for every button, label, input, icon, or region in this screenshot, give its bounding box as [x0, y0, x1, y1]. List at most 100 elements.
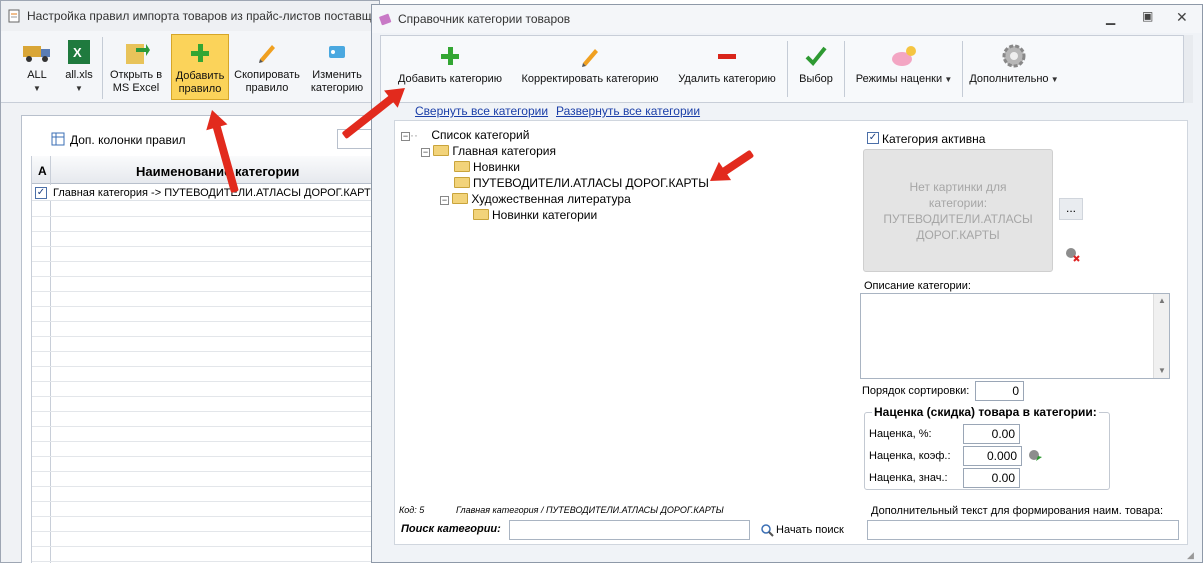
markup-modes-button[interactable]: Режимы наценки ▼	[848, 41, 960, 86]
grid-col-name[interactable]: Наименование категории	[136, 164, 299, 179]
pencil-icon	[574, 41, 606, 71]
table-icon	[51, 132, 65, 146]
add-rule-button[interactable]: Добавить правило	[171, 34, 229, 100]
grid-empty-row	[32, 217, 382, 232]
category-image[interactable]: Нет картинки для категории: ПУТЕВОДИТЕЛИ…	[863, 149, 1053, 272]
tree-new[interactable]: Новинки	[454, 160, 520, 174]
markup-dropdown-icon: ▼	[942, 75, 953, 84]
resize-grip-icon[interactable]: ◢	[1187, 550, 1194, 561]
grid-empty-row	[32, 247, 382, 262]
category-directory-window: Справочник категории товаров ▁ ▣ ✕ Добав…	[371, 4, 1203, 563]
allxls-dropdown-icon: ▼	[75, 84, 83, 93]
delete-category-button[interactable]: Удалить категорию	[672, 41, 782, 86]
minus-icon	[711, 41, 743, 71]
minimize-icon[interactable]: ▁	[1106, 11, 1115, 25]
extra-dropdown-icon: ▼	[1048, 75, 1059, 84]
toolbar-separator	[962, 41, 963, 97]
grid-col-a[interactable]: А	[38, 164, 47, 178]
tree-new-category[interactable]: Новинки категории	[473, 208, 597, 222]
grid-empty-row	[32, 427, 382, 442]
description-scrollbar[interactable]: ▲ ▼	[1153, 294, 1169, 378]
import-rules-title: Настройка правил импорта товаров из прай…	[27, 9, 372, 23]
add-category-button[interactable]: Добавить категорию	[392, 41, 508, 86]
description-textarea[interactable]	[860, 293, 1170, 379]
expand-all-link[interactable]: Развернуть все категории	[556, 104, 700, 118]
active-checkbox[interactable]: ✓	[867, 132, 879, 144]
open-excel-button[interactable]: Открыть в MS Excel	[105, 37, 167, 95]
all-button[interactable]: ALL ▼	[15, 37, 59, 95]
collapse-all-link[interactable]: Свернуть все категории	[415, 104, 548, 118]
grid-empty-row	[32, 277, 382, 292]
notepad-icon	[8, 9, 20, 23]
markup-pct-label: Наценка, %:	[869, 428, 932, 440]
row-checkbox[interactable]: ✓	[35, 187, 47, 199]
delete-image-icon[interactable]	[1064, 246, 1080, 262]
gear-icon	[998, 41, 1030, 71]
piggy-bank-icon	[888, 41, 920, 71]
grid-empty-row	[32, 532, 382, 547]
toolbar-scrollbar[interactable]	[1183, 35, 1193, 103]
grid-empty-row	[32, 232, 382, 247]
pencil-icon	[251, 37, 283, 67]
toolbar-separator	[844, 41, 845, 97]
sort-order-input[interactable]: 0	[975, 381, 1024, 401]
tag-icon	[321, 37, 353, 67]
grid-empty-row	[32, 367, 382, 382]
import-rules-window: Настройка правил импорта товаров из прай…	[0, 0, 382, 563]
close-icon[interactable]: ✕	[1176, 9, 1188, 26]
markup-coef-label: Наценка, коэф.:	[869, 450, 951, 462]
grid-empty-row	[32, 397, 382, 412]
extra-button[interactable]: Дополнительно ▼	[964, 41, 1064, 86]
grid-empty-row	[32, 472, 382, 487]
search-icon	[761, 524, 774, 537]
allxls-button[interactable]: X all.xls ▼	[57, 37, 101, 95]
plus-icon	[434, 41, 466, 71]
edit-category-button[interactable]: Корректировать категорию	[512, 41, 668, 86]
markup-coef-input[interactable]: 0.000	[963, 446, 1022, 466]
category-directory-titlebar: Справочник категории товаров	[372, 5, 1202, 33]
folder-icon	[452, 193, 469, 204]
collapse-icon[interactable]: −	[421, 148, 430, 157]
grid-empty-row	[32, 262, 382, 277]
refresh-coef-icon[interactable]	[1027, 448, 1043, 464]
scroll-up-icon[interactable]: ▲	[1158, 296, 1166, 305]
start-search-button[interactable]: Начать поиск	[760, 521, 844, 539]
excel-icon: X	[63, 37, 95, 67]
tree-main-category[interactable]: − Главная категория	[421, 144, 556, 158]
scroll-down-icon[interactable]: ▼	[1158, 366, 1166, 375]
folder-icon	[433, 145, 450, 156]
extra-text-input[interactable]	[867, 520, 1179, 540]
svg-text:X: X	[73, 45, 82, 60]
markup-val-input[interactable]: 0.00	[963, 468, 1020, 488]
select-button[interactable]: Выбор	[791, 41, 841, 86]
truck-icon	[21, 37, 53, 67]
eraser-icon	[379, 13, 392, 26]
markup-pct-input[interactable]: 0.00	[963, 424, 1020, 444]
grid-empty-row	[32, 382, 382, 397]
category-path: Главная категория / ПУТЕВОДИТЕЛИ.АТЛАСЫ …	[456, 505, 724, 515]
sort-order-label: Порядок сортировки:	[862, 385, 970, 397]
tree-fiction[interactable]: − Художественная литература	[440, 192, 631, 206]
description-label: Описание категории:	[864, 280, 971, 292]
grid-empty-row	[32, 307, 382, 322]
browse-image-button[interactable]: ...	[1059, 198, 1083, 220]
grid-empty-row	[32, 412, 382, 427]
extra-columns-button[interactable]: Доп. колонки правил	[70, 133, 186, 147]
change-category-button[interactable]: Изменить категорию	[304, 37, 370, 95]
plus-icon	[184, 38, 216, 68]
collapse-icon[interactable]: −	[401, 132, 410, 141]
collapse-icon[interactable]: −	[440, 196, 449, 205]
folder-icon	[454, 161, 470, 172]
tree-guides[interactable]: ПУТЕВОДИТЕЛИ.АТЛАСЫ ДОРОГ.КАРТЫ	[454, 176, 709, 190]
grid-empty-row	[32, 292, 382, 307]
markup-group-title: Наценка (скидка) товара в категории:	[872, 405, 1099, 419]
folder-arrow-icon	[120, 37, 152, 67]
tree-root[interactable]: − ·· Список категорий	[401, 128, 529, 142]
search-input[interactable]	[509, 520, 750, 540]
maximize-icon[interactable]: ▣	[1142, 9, 1153, 23]
folder-icon	[454, 177, 470, 188]
category-code: Код: 5	[399, 505, 425, 515]
markup-val-label: Наценка, знач.:	[869, 472, 948, 484]
copy-rule-button[interactable]: Скопировать правило	[230, 37, 304, 95]
grid-row-text: Главная категория -> ПУТЕВОДИТЕЛИ.АТЛАСЫ…	[53, 187, 381, 199]
